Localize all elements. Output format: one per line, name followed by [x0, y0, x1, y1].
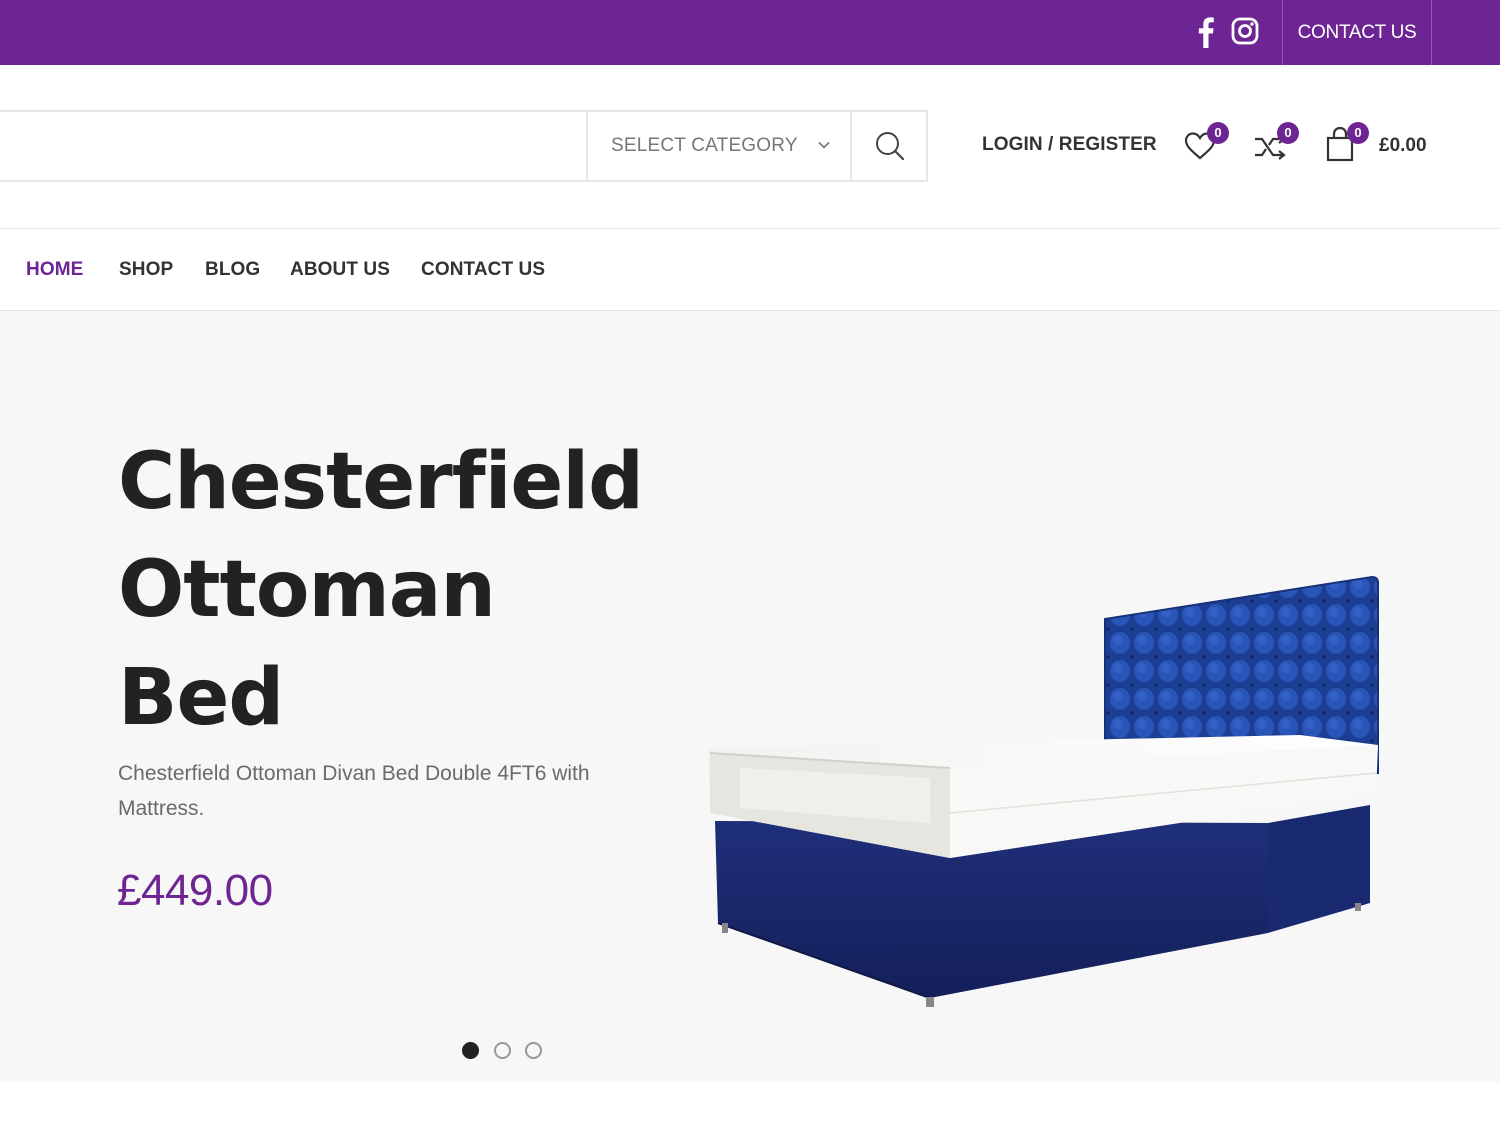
hero-title-line: Bed	[118, 653, 284, 743]
nav-item-blog[interactable]: BLOG	[205, 259, 260, 281]
hero-title-line: Chesterfield	[118, 437, 644, 527]
category-select-label: SELECT CATEGORY	[611, 135, 798, 156]
nav-item-contact-us[interactable]: CONTACT US	[421, 259, 545, 281]
nav-item-about-us[interactable]: ABOUT US	[290, 259, 390, 281]
slider-pagination	[462, 1042, 546, 1060]
main-navigation: HOME SHOP BLOG ABOUT US CONTACT US	[0, 229, 1500, 311]
hero-title: Chesterfield Ottoman Bed	[118, 428, 678, 752]
search-icon	[876, 132, 905, 161]
ottoman-bed-image[interactable]	[700, 573, 1390, 1018]
cart-total[interactable]: £0.00	[1379, 135, 1427, 157]
hero-price: £449.00	[117, 866, 273, 915]
topbar-contact-link[interactable]: CONTACT US	[1283, 0, 1431, 65]
hero-description: Chesterfield Ottoman Divan Bed Double 4F…	[118, 762, 590, 820]
wishlist-count-badge: 0	[1207, 122, 1229, 144]
compare-count-badge: 0	[1277, 122, 1299, 144]
category-select[interactable]: SELECT CATEGORY	[586, 112, 852, 180]
chevron-down-icon	[818, 141, 830, 149]
slider-dot-1[interactable]	[462, 1042, 479, 1059]
slider-dot-2[interactable]	[494, 1042, 511, 1059]
nav-item-shop[interactable]: SHOP	[119, 259, 173, 281]
topbar-divider	[1431, 0, 1432, 65]
search-button[interactable]	[854, 112, 926, 180]
login-register-link[interactable]: LOGIN / REGISTER	[982, 134, 1157, 156]
nav-item-home[interactable]: HOME	[26, 259, 83, 281]
search-form: SELECT CATEGORY	[0, 110, 928, 182]
cart-count-badge: 0	[1347, 122, 1369, 144]
search-input[interactable]	[0, 112, 586, 180]
slider-dot-3[interactable]	[525, 1042, 542, 1059]
hero-title-line: Ottoman	[118, 545, 496, 635]
top-bar: CONTACT US	[0, 0, 1500, 65]
facebook-icon[interactable]	[1192, 16, 1218, 48]
instagram-icon[interactable]	[1231, 17, 1259, 45]
hero-slider: Chesterfield Ottoman Bed Chesterfield Ot…	[0, 311, 1500, 1082]
